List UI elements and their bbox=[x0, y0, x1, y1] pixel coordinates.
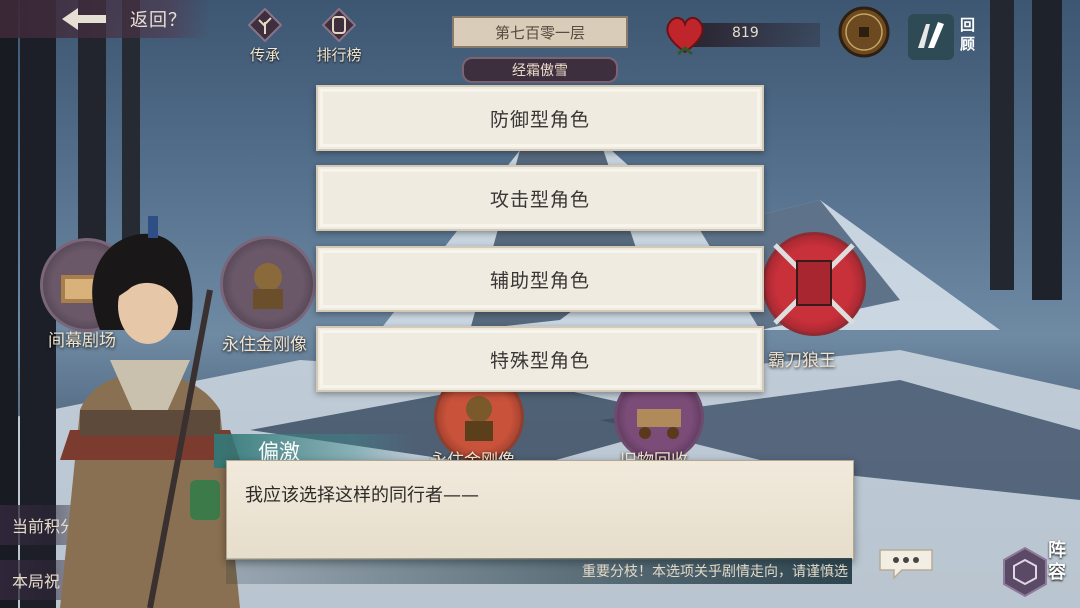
nav-inheritance-label: 传承 bbox=[249, 46, 280, 64]
copper-coin-icon[interactable] bbox=[838, 6, 890, 58]
nav-ranking[interactable]: 排行榜 bbox=[308, 7, 370, 65]
ranking-icon bbox=[321, 7, 357, 43]
choice-defense-role[interactable]: 防御型角色 bbox=[316, 85, 764, 151]
choice-label: 防御型角色 bbox=[489, 108, 590, 131]
crossed-sabers-icon bbox=[773, 243, 855, 325]
back-arrow-icon bbox=[62, 8, 106, 30]
back-label: 返回？ bbox=[130, 10, 187, 31]
dialog-box[interactable]: 我应该选择这样的同行者—— bbox=[226, 460, 854, 560]
choice-label: 特殊型角色 bbox=[489, 349, 590, 372]
floor-title: 第七百零一层 bbox=[494, 23, 585, 42]
health-value: 819 bbox=[732, 25, 759, 41]
branch-warning: 重要分枝！本选项关乎剧情走向，请谨慎选 bbox=[582, 564, 848, 580]
review-button[interactable]: 回顾 bbox=[908, 14, 978, 60]
choice-label: 攻击型角色 bbox=[489, 188, 590, 211]
lineup-button[interactable]: 阵容 bbox=[998, 538, 1080, 608]
map-node-wolf-king[interactable] bbox=[762, 232, 866, 336]
choice-support-role[interactable]: 辅助型角色 bbox=[316, 246, 764, 312]
lineup-label: 阵容 bbox=[1048, 540, 1066, 583]
tree-icon bbox=[247, 7, 283, 43]
choice-attack-role[interactable]: 攻击型角色 bbox=[316, 165, 764, 231]
node-label-wolf-king: 霸刀狼王 bbox=[768, 351, 836, 371]
back-button[interactable]: 返回？ bbox=[0, 0, 210, 38]
warning-bar: 重要分枝！本选项关乎剧情走向，请谨慎选 bbox=[226, 558, 852, 584]
top-bar: 返回？ 传承 排行榜 第七百零一层 经霜傲雪 819 回顾 bbox=[0, 0, 1080, 83]
stage-name: 经霜傲雪 bbox=[512, 63, 568, 79]
dialog-text: 我应该选择这样的同行者—— bbox=[245, 485, 479, 506]
floor-title-plaque: 第七百零一层 bbox=[452, 16, 628, 48]
nav-ranking-label: 排行榜 bbox=[316, 46, 362, 64]
health-display: 819 bbox=[660, 12, 830, 56]
choice-special-role[interactable]: 特殊型角色 bbox=[316, 326, 764, 392]
hexagon-lineup-icon bbox=[1003, 546, 1047, 598]
review-label: 回顾 bbox=[960, 16, 976, 53]
review-icon bbox=[908, 14, 954, 60]
nav-inheritance[interactable]: 传承 bbox=[234, 7, 296, 65]
choice-label: 辅助型角色 bbox=[489, 269, 590, 292]
chat-bubble-icon[interactable] bbox=[876, 546, 936, 580]
heart-icon bbox=[666, 16, 704, 56]
stage-name-plaque: 经霜傲雪 bbox=[462, 57, 618, 83]
